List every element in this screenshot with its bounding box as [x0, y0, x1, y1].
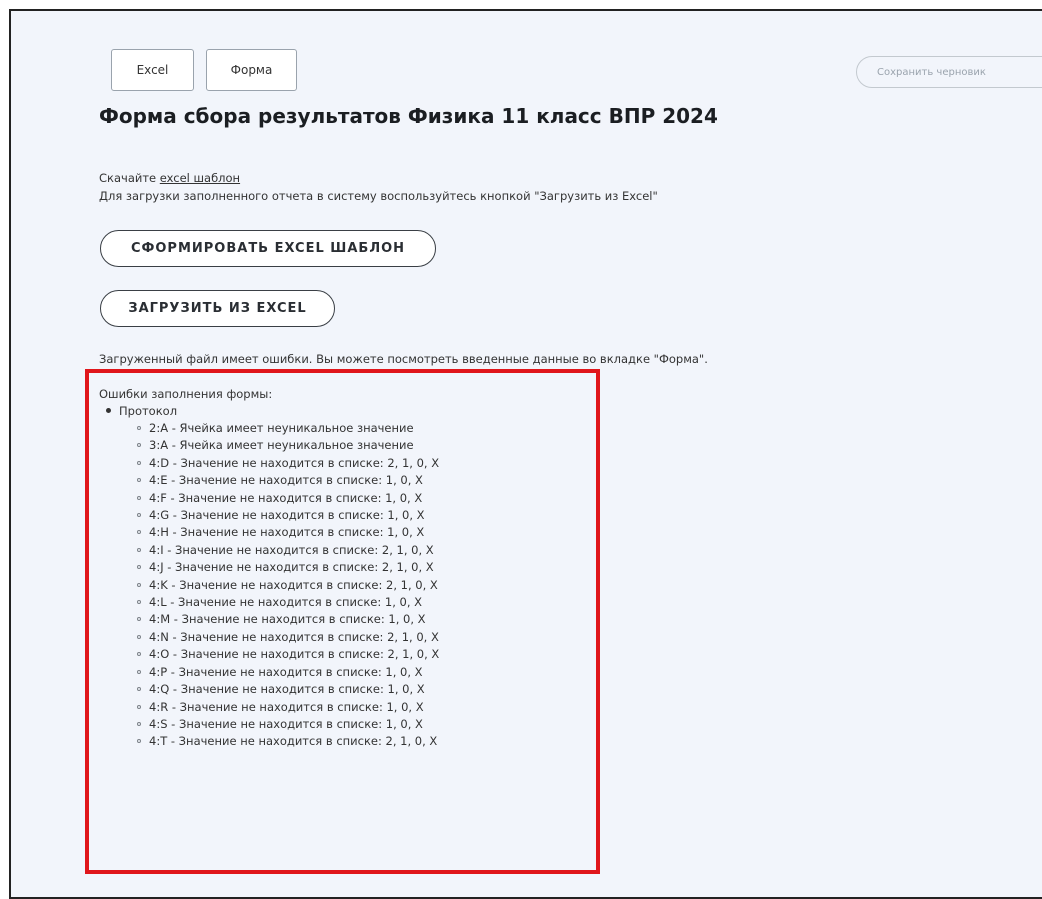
- page-title: Форма сбора результатов Физика 11 класс …: [99, 104, 718, 128]
- error-item: 4:L - Значение не находится в списке: 1,…: [137, 594, 439, 611]
- circle-bullet-icon: [137, 443, 141, 448]
- error-item: 4:H - Значение не находится в списке: 1,…: [137, 524, 439, 541]
- error-text: 4:H - Значение не находится в списке: 1,…: [149, 525, 425, 540]
- errors-list: Протокол 2:A - Ячейка имеет неуникальное…: [99, 403, 439, 751]
- error-item: 4:D - Значение не находится в списке: 2,…: [137, 455, 439, 472]
- tab-form[interactable]: Форма: [206, 49, 297, 91]
- circle-bullet-icon: [137, 704, 141, 709]
- error-item: 4:T - Значение не находится в списке: 2,…: [137, 733, 439, 750]
- error-text: 4:R - Значение не находится в списке: 1,…: [149, 699, 424, 714]
- view-tabs: Excel Форма: [111, 49, 297, 91]
- error-item: 4:P - Значение не находится в списке: 1,…: [137, 664, 439, 681]
- error-item: 4:F - Значение не находится в списке: 1,…: [137, 490, 439, 507]
- errors-heading: Ошибки заполнения формы:: [99, 387, 273, 401]
- circle-bullet-icon: [137, 669, 141, 674]
- error-item: 4:K - Значение не находится в списке: 2,…: [137, 577, 439, 594]
- error-item: 4:E - Значение не находится в списке: 1,…: [137, 472, 439, 489]
- circle-bullet-icon: [137, 687, 141, 692]
- error-item: 4:I - Значение не находится в списке: 2,…: [137, 542, 439, 559]
- error-text: 4:I - Значение не находится в списке: 2,…: [149, 542, 434, 557]
- error-text: 4:M - Значение не находится в списке: 1,…: [149, 612, 426, 627]
- upload-hint: Для загрузки заполненного отчета в систе…: [99, 189, 658, 203]
- tab-excel[interactable]: Excel: [111, 49, 194, 91]
- error-text: 4:F - Значение не находится в списке: 1,…: [149, 490, 423, 505]
- error-item: 4:G - Значение не находится в списке: 1,…: [137, 507, 439, 524]
- circle-bullet-icon: [137, 530, 141, 535]
- error-text: 4:Q - Значение не находится в списке: 1,…: [149, 682, 425, 697]
- upload-excel-button[interactable]: ЗАГРУЗИТЬ ИЗ EXCEL: [100, 290, 335, 327]
- error-item: 3:A - Ячейка имеет неуникальное значение: [137, 437, 439, 454]
- error-text: 4:O - Значение не находится в списке: 2,…: [149, 647, 440, 662]
- circle-bullet-icon: [137, 513, 141, 518]
- error-text: 4:K - Значение не находится в списке: 2,…: [149, 577, 438, 592]
- error-text: 4:P - Значение не находится в списке: 1,…: [149, 664, 423, 679]
- error-item: 4:Q - Значение не находится в списке: 1,…: [137, 681, 439, 698]
- error-item: 4:R - Значение не находится в списке: 1,…: [137, 699, 439, 716]
- error-text: 4:E - Значение не находится в списке: 1,…: [149, 473, 423, 488]
- error-text: 4:N - Значение не находится в списке: 2,…: [149, 629, 439, 644]
- error-text: 3:A - Ячейка имеет неуникальное значение: [149, 438, 414, 453]
- error-item: 4:O - Значение не находится в списке: 2,…: [137, 646, 439, 663]
- error-item: 4:J - Значение не находится в списке: 2,…: [137, 559, 439, 576]
- error-group: Протокол 2:A - Ячейка имеет неуникальное…: [99, 403, 439, 751]
- error-text: 4:L - Значение не находится в списке: 1,…: [149, 595, 423, 610]
- error-item: 2:A - Ячейка имеет неуникальное значение: [137, 420, 439, 437]
- download-line: Скачайте excel шаблон: [99, 169, 658, 187]
- circle-bullet-icon: [137, 478, 141, 483]
- upload-status-message: Загруженный файл имеет ошибки. Вы можете…: [99, 352, 708, 366]
- make-template-button[interactable]: СФОРМИРОВАТЬ EXCEL ШАБЛОН: [100, 230, 436, 267]
- error-text: 4:J - Значение не находится в списке: 2,…: [149, 560, 434, 575]
- circle-bullet-icon: [137, 495, 141, 500]
- circle-bullet-icon: [137, 739, 141, 744]
- template-info: Скачайте excel шаблон Для загрузки запол…: [99, 169, 658, 205]
- error-text: 4:G - Значение не находится в списке: 1,…: [149, 508, 425, 523]
- circle-bullet-icon: [137, 600, 141, 605]
- error-group-label: Протокол: [119, 404, 178, 418]
- excel-template-link[interactable]: excel шаблон: [160, 171, 240, 185]
- save-draft-button[interactable]: Сохранить черновик: [856, 56, 1042, 88]
- error-item: 4:N - Значение не находится в списке: 2,…: [137, 629, 439, 646]
- circle-bullet-icon: [137, 652, 141, 657]
- error-text: 4:S - Значение не находится в списке: 1,…: [149, 716, 423, 731]
- circle-bullet-icon: [137, 547, 141, 552]
- error-item: 4:M - Значение не находится в списке: 1,…: [137, 611, 439, 628]
- error-items: 2:A - Ячейка имеет неуникальное значение…: [99, 420, 439, 751]
- circle-bullet-icon: [137, 617, 141, 622]
- bullet-icon: [106, 408, 111, 413]
- circle-bullet-icon: [137, 565, 141, 570]
- download-prefix: Скачайте: [99, 171, 160, 185]
- circle-bullet-icon: [137, 460, 141, 465]
- circle-bullet-icon: [137, 426, 141, 430]
- circle-bullet-icon: [137, 582, 141, 587]
- circle-bullet-icon: [137, 634, 141, 639]
- error-text: 2:A - Ячейка имеет неуникальное значение: [149, 421, 414, 435]
- error-item: 4:S - Значение не находится в списке: 1,…: [137, 716, 439, 733]
- circle-bullet-icon: [137, 721, 141, 726]
- error-text: 4:T - Значение не находится в списке: 2,…: [149, 734, 438, 749]
- error-text: 4:D - Значение не находится в списке: 2,…: [149, 455, 440, 470]
